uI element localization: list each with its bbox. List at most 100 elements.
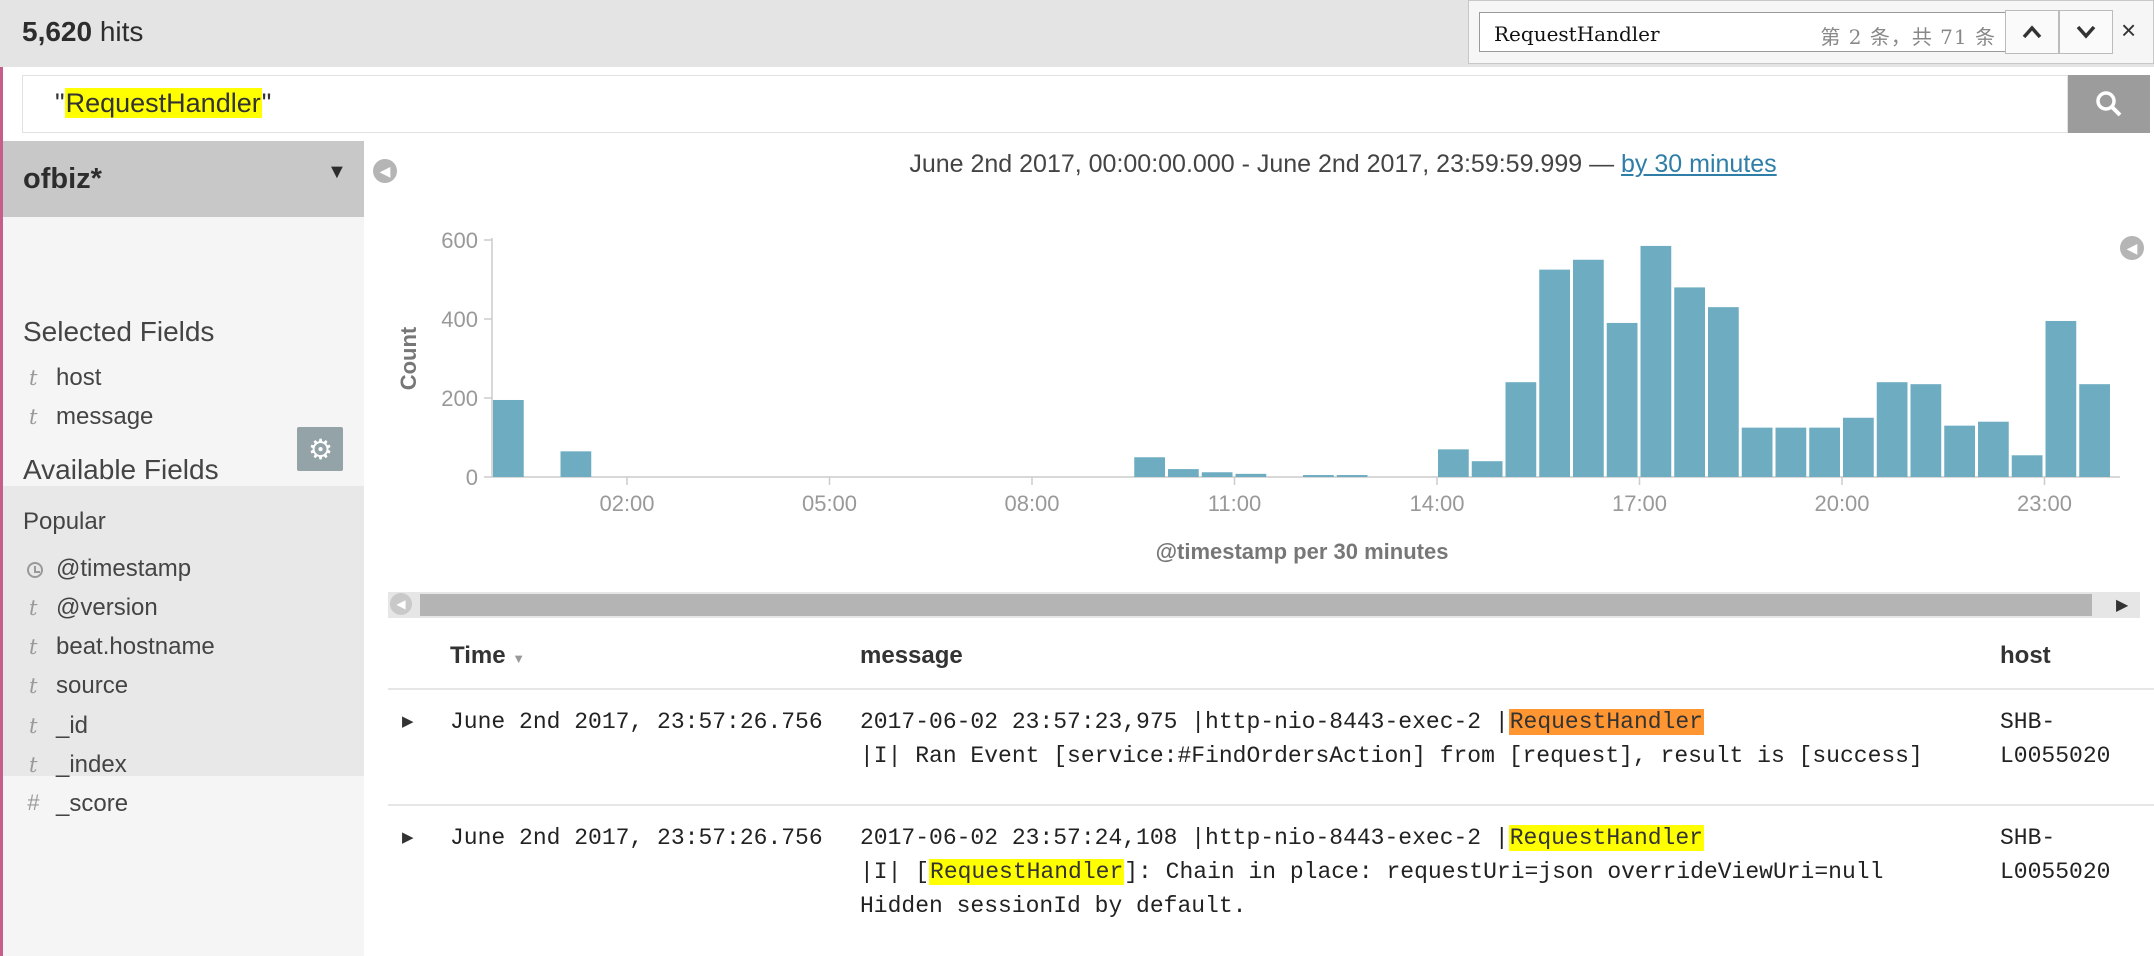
message-text: Hidden sessionId by default. [860,893,1247,919]
available-fields-title: Available Fields [23,454,219,485]
y-tick-label: 600 [441,228,478,253]
field-name: _score [56,790,129,817]
histogram-bar[interactable] [1606,322,1638,477]
histogram-bar[interactable] [560,451,592,477]
field-name: host [56,364,102,391]
find-previous-button[interactable] [2005,10,2059,54]
query-term-highlight: RequestHandler [64,88,262,118]
host-text: L0055020 [2000,859,2111,885]
histogram-bar[interactable] [1674,287,1705,477]
find-query: RequestHandler [1494,22,1660,46]
histogram-bar[interactable] [1438,449,1469,477]
x-tick-label: 20:00 [1814,491,1869,516]
field-name: message [56,403,154,430]
expand-row-icon[interactable]: ▶ [402,712,414,730]
search-icon [2096,91,2122,117]
histogram-bar[interactable] [1910,384,1942,477]
x-axis: 02:00 05:00 08:00 11:00 14:00 17:00 20:00 23:00 [492,476,2120,516]
hits-counter: 5,620 hits [22,16,143,48]
horizontal-scrollbar[interactable]: ◀ ▶ [388,592,2140,618]
field-name: _index [56,751,127,778]
string-type-icon: t [29,674,38,698]
x-tick-label: 08:00 [1004,491,1059,516]
interval-link[interactable]: by 30 minutes [1621,150,1777,178]
query-quote-close: " [261,88,272,118]
histogram-bar[interactable] [2011,455,2043,477]
find-in-page-bar: RequestHandler 第 2 条，共 71 条 × [1468,0,2154,64]
match-highlight: RequestHandler [929,859,1125,885]
query-quote-open: " [55,88,65,118]
field-name: source [56,672,129,699]
histogram-bar[interactable] [1876,382,1908,477]
column-header-time[interactable]: Time ▼ [450,642,525,670]
chevron-down-icon [2076,25,2096,39]
y-tick-label: 0 [466,465,478,490]
column-time-label: Time [450,642,506,669]
row-host: SHB- L0055020 [2000,705,2110,773]
histogram-bar[interactable] [1708,307,1739,477]
host-text: SHB- [2000,825,2056,851]
find-input[interactable]: RequestHandler 第 2 条，共 71 条 [1479,12,2009,52]
search-button[interactable] [2068,75,2150,133]
time-range-text: June 2nd 2017, 00:00:00.000 - June 2nd 2… [909,150,1622,178]
histogram-bar[interactable] [1168,469,1199,477]
bars [493,245,2110,477]
time-range-label: June 2nd 2017, 00:00:00.000 - June 2nd 2… [373,150,2154,179]
row-host: SHB- L0055020 [2000,821,2110,889]
scrollbar-thumb[interactable] [420,594,2092,616]
collapse-chart-button[interactable]: ◀ [2120,236,2144,260]
find-next-button[interactable] [2059,10,2113,54]
search-query-input[interactable]: "RequestHandler" [22,75,2068,133]
table-row: ▶ June 2nd 2017, 23:57:26.756 2017-06-02… [388,698,2154,806]
column-header-host[interactable]: host [2000,642,2051,670]
histogram-bar[interactable] [1134,457,1165,477]
find-close-button[interactable]: × [2121,15,2136,46]
gear-icon: ⚙ [308,434,334,465]
scroll-left-button[interactable]: ◀ [390,593,412,615]
histogram-bar[interactable] [1775,427,1807,477]
hits-count: 5,620 [22,16,93,47]
table-row: ▶ June 2nd 2017, 23:57:26.756 2017-06-02… [388,806,2154,956]
string-type-icon: t [29,635,38,659]
message-text: |I| Ran Event [service:#FindOrdersAction… [860,743,1923,769]
column-header-message[interactable]: message [860,642,963,670]
histogram-bar[interactable] [1539,269,1570,477]
x-tick-label: 11:00 [1208,491,1261,516]
histogram-bar[interactable] [1303,475,1334,477]
string-type-icon: t [29,753,38,777]
scroll-right-button[interactable]: ▶ [2116,595,2128,615]
histogram-bar[interactable] [1505,382,1537,477]
match-highlight-current: RequestHandler [1508,709,1704,735]
string-type-icon: t [29,366,38,390]
histogram-bar[interactable] [2045,320,2077,477]
histogram-bar[interactable] [1235,473,1267,477]
histogram-bar[interactable] [1201,472,1233,477]
histogram-bar[interactable] [1336,475,1368,477]
sort-down-icon[interactable]: ▼ [512,651,525,666]
histogram-bar[interactable] [1640,245,1672,477]
histogram-bar[interactable] [1944,425,1975,477]
histogram-bar[interactable] [1843,417,1874,477]
expand-row-icon[interactable]: ▶ [402,828,414,846]
histogram-bar[interactable] [1741,427,1773,477]
match-highlight: RequestHandler [1508,825,1704,851]
hits-label: hits [99,16,144,47]
field-settings-button[interactable]: ⚙ [297,427,343,471]
message-text: 2017-06-02 23:57:23,975 |http-nio-8443-e… [860,709,1509,735]
histogram-bar[interactable] [1573,259,1604,477]
histogram-bar[interactable] [1809,427,1840,477]
histogram-bar[interactable] [1978,421,2009,477]
histogram-bar[interactable] [493,399,524,477]
x-axis-label: @timestamp per 30 minutes [1156,539,1449,564]
histogram-bar[interactable] [1471,461,1503,477]
histogram-bar[interactable] [2079,384,2110,477]
y-tick-label: 200 [441,386,478,411]
x-tick-label: 02:00 [599,491,654,516]
field-item-score[interactable]: # _score [3,780,364,834]
host-text: SHB- [2000,709,2056,735]
field-sidebar: ofbiz* ▼ Selected Fields t host t messag… [3,141,364,956]
message-text: ]: Chain in place: requestUri=json overr… [1124,859,1884,885]
row-time: June 2nd 2017, 23:57:26.756 [450,709,823,735]
index-pattern-selector[interactable]: ofbiz* ▼ [3,141,364,217]
popular-title: Popular [23,508,106,535]
